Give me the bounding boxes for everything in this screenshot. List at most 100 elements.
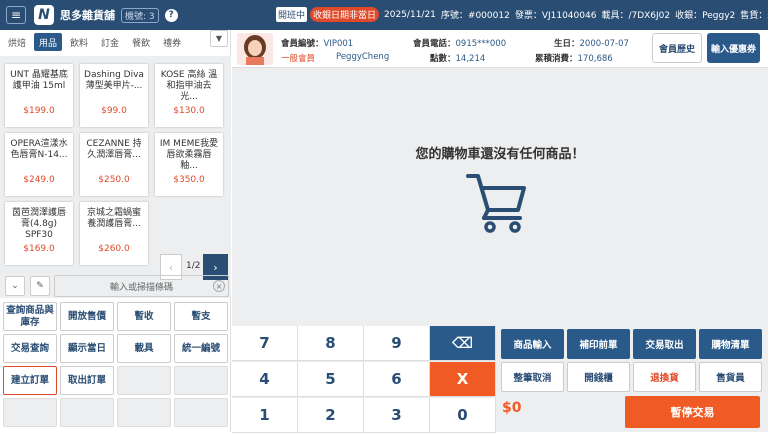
- station-badge: 機號: 3: [121, 7, 159, 23]
- numpad-key-0[interactable]: 0: [430, 398, 496, 433]
- tab-category[interactable]: 餐飲: [127, 33, 155, 51]
- chevron-down-icon[interactable]: ⌄: [5, 276, 25, 296]
- shopping-cart-icon: [464, 168, 530, 237]
- numpad-key-8[interactable]: 8: [298, 326, 364, 361]
- query-stock-button[interactable]: 查詢商品與庫存: [3, 302, 57, 331]
- top-bar: ≡ N 思多雜貨舖 機號: 3 ? 開班中 收銀日期非當日 2025/11/21…: [0, 0, 768, 30]
- product-input-button[interactable]: 商品輸入: [501, 329, 564, 359]
- chevron-down-icon[interactable]: ▼: [210, 30, 228, 47]
- product-card[interactable]: IM MEME我愛唇欲柔霧唇釉... $350.0: [155, 133, 223, 196]
- tab-category-active[interactable]: 用品: [34, 33, 63, 51]
- retrieve-transaction-button[interactable]: 交易取出: [633, 329, 696, 359]
- numpad-key-3[interactable]: 3: [364, 398, 430, 433]
- member-phone-value: 0915***000: [455, 39, 507, 49]
- member-phone-label: 會員電話：: [413, 39, 456, 49]
- empty-slot: [117, 398, 171, 427]
- product-card[interactable]: UNT 晶耀基底護甲油 15ml $199.0: [5, 64, 73, 127]
- return-exchange-button[interactable]: 退換貨: [633, 362, 696, 392]
- show-today-button[interactable]: 顯示當日: [60, 334, 114, 363]
- product-name: IM MEME我愛唇欲柔霧唇釉...: [159, 139, 219, 171]
- retrieve-order-button[interactable]: 取出訂單: [60, 366, 114, 395]
- member-history-button[interactable]: 會員歷史: [652, 33, 702, 63]
- numpad-key-4[interactable]: 4: [232, 362, 298, 397]
- shopping-list-button[interactable]: 購物清單: [699, 329, 762, 359]
- product-price: $99.0: [101, 106, 127, 116]
- app-logo: N: [34, 5, 54, 25]
- member-points-value: 14,214: [455, 54, 486, 64]
- pause-transaction-button[interactable]: 暫停交易: [625, 396, 760, 428]
- cashier-info: 收銀：Peggy2: [675, 11, 736, 21]
- carrier-button[interactable]: 載具: [117, 334, 171, 363]
- member-no: 會員編號：VIP001: [281, 37, 353, 49]
- product-card[interactable]: 京城之霜蝸蜜養潤護唇膏... $260.0: [80, 202, 148, 265]
- empty-slot: [3, 398, 57, 427]
- member-phone: 會員電話：0915***000: [413, 37, 506, 49]
- backspace-icon[interactable]: ⌫: [430, 326, 496, 361]
- member-points-label: 點數：: [430, 54, 456, 64]
- numpad-key-5[interactable]: 5: [298, 362, 364, 397]
- clear-icon[interactable]: ×: [213, 280, 225, 292]
- product-price: $199.0: [23, 106, 55, 116]
- open-price-button[interactable]: 開放售價: [60, 302, 114, 331]
- date-warning-badge: 收銀日期非當日: [310, 7, 380, 22]
- numpad: 7 8 9 ⌫ 4 5 6 X 1 2 3 0: [232, 326, 498, 433]
- member-spend-label: 累積消費：: [535, 54, 578, 64]
- empty-slot: [117, 366, 171, 395]
- tax-id-button[interactable]: 統一編號: [174, 334, 228, 363]
- empty-slot: [174, 366, 228, 395]
- product-card[interactable]: OPERA渲漾水色唇膏N-14... $249.0: [5, 133, 73, 196]
- numpad-key-9[interactable]: 9: [364, 326, 430, 361]
- hamburger-icon[interactable]: ≡: [6, 6, 26, 24]
- tab-category[interactable]: 訂金: [96, 33, 124, 51]
- session-date: 2025/11/21: [384, 9, 436, 20]
- salesperson-button[interactable]: 售貨員: [699, 362, 762, 392]
- numpad-key-2[interactable]: 2: [298, 398, 364, 433]
- tab-category[interactable]: 烘焙: [3, 33, 31, 51]
- cancel-all-button[interactable]: 整筆取消: [501, 362, 564, 392]
- product-price: $130.0: [173, 106, 205, 116]
- member-points: 點數：14,214: [430, 52, 485, 64]
- tab-category[interactable]: 飲料: [65, 33, 93, 51]
- product-name: 京城之霜蝸蜜養潤護唇膏...: [86, 208, 141, 229]
- product-name: KOSE 高絲 溫和指甲油去光...: [160, 70, 218, 102]
- reprint-button[interactable]: 補印前單: [567, 329, 630, 359]
- member-tier: 一般會員: [281, 54, 316, 64]
- numpad-clear-button[interactable]: X: [430, 362, 496, 397]
- numpad-key-1[interactable]: 1: [232, 398, 298, 433]
- product-card[interactable]: 茵芭潤澤護唇膏(4.8g) SPF30 $169.0: [5, 202, 73, 265]
- product-price: $250.0: [98, 175, 130, 185]
- numpad-key-6[interactable]: 6: [364, 362, 430, 397]
- serial-number: 序號：#000012: [440, 11, 510, 21]
- product-name: CEZANNE 持久潤澤唇膏...: [86, 139, 142, 160]
- coupon-button[interactable]: 輸入優惠券: [707, 33, 760, 63]
- member-spend: 累積消費：170,686: [535, 52, 613, 64]
- carrier-info: 載具：/7DX6J02: [601, 11, 671, 21]
- product-card[interactable]: Dashing Diva 薄型美甲片-... $99.0: [80, 64, 148, 127]
- help-icon[interactable]: ?: [164, 8, 178, 22]
- category-tabs: 烘焙 用品 飲料 訂金 餐飲 禮券 ▼: [0, 30, 231, 54]
- pin-icon[interactable]: ✎: [30, 276, 50, 296]
- avatar: [237, 33, 273, 65]
- temp-receive-button[interactable]: 暫收: [117, 302, 171, 331]
- product-card[interactable]: KOSE 高絲 溫和指甲油去光... $130.0: [155, 64, 223, 127]
- store-name: 思多雜貨舖: [60, 9, 115, 22]
- product-name: 茵芭潤澤護唇膏(4.8g) SPF30: [11, 208, 66, 240]
- pager-text: 1/2: [186, 261, 201, 271]
- tab-category[interactable]: 禮券: [158, 33, 186, 51]
- member-birthday-value: 2000-07-07: [579, 39, 629, 49]
- create-order-button[interactable]: 建立訂單: [3, 366, 57, 395]
- product-card[interactable]: CEZANNE 持久潤澤唇膏... $250.0: [80, 133, 148, 196]
- empty-slot: [174, 398, 228, 427]
- open-status-badge: 開班中: [276, 7, 308, 22]
- open-drawer-button[interactable]: 開錢櫃: [567, 362, 630, 392]
- numpad-key-7[interactable]: 7: [232, 326, 298, 361]
- session-info: 開班中 收銀日期非當日 2025/11/21 序號：#000012 發票：VJ1…: [276, 7, 768, 22]
- barcode-input[interactable]: 輸入或掃描條碼 ×: [54, 275, 229, 297]
- temp-pay-button[interactable]: 暫支: [174, 302, 228, 331]
- member-no-value: VIP001: [323, 39, 354, 49]
- product-price: $260.0: [98, 244, 130, 254]
- product-price: $350.0: [173, 175, 205, 185]
- transaction-query-button[interactable]: 交易查詢: [3, 334, 57, 363]
- member-spend-value: 170,686: [577, 54, 613, 64]
- seller-info: 售貨：未輸入: [740, 11, 768, 21]
